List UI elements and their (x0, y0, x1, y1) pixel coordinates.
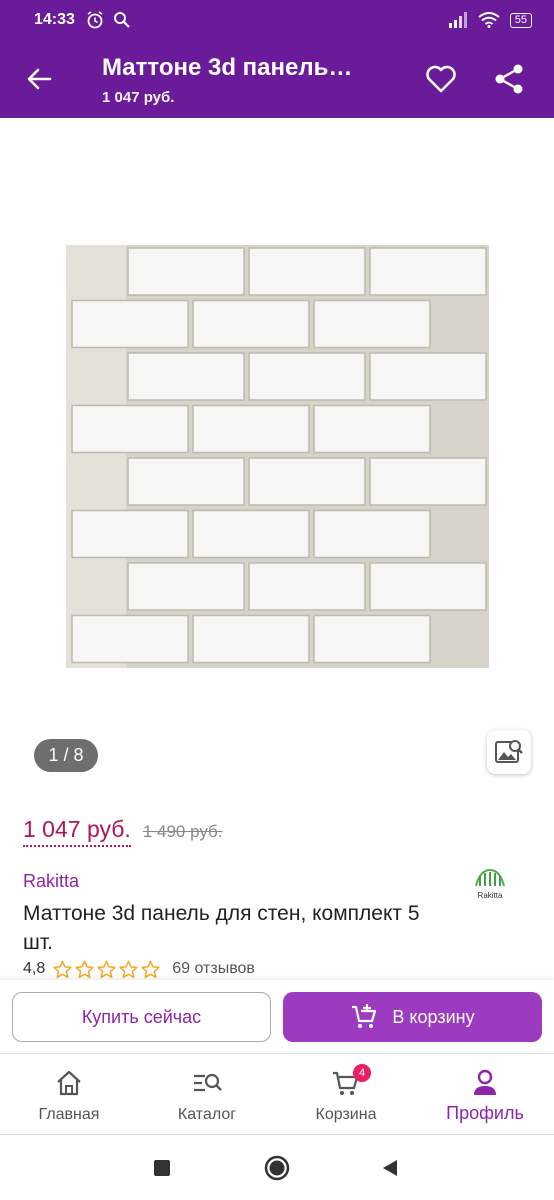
search-status-icon (113, 12, 130, 28)
star-icon (119, 960, 138, 978)
cart-plus-icon (352, 1004, 377, 1028)
recents-button[interactable] (146, 1152, 178, 1184)
circle-icon (264, 1155, 290, 1181)
old-price: 1 490 руб. (142, 822, 223, 841)
battery-indicator: 55 (509, 12, 532, 28)
system-nav-bar (0, 1136, 554, 1200)
nav-catalog-label: Каталог (177, 1106, 237, 1123)
square-icon (154, 1160, 170, 1176)
add-to-cart-button[interactable]: В корзину (283, 992, 542, 1042)
brick (71, 299, 189, 349)
back-system-button[interactable] (374, 1152, 406, 1184)
brick (127, 562, 245, 611)
share-button[interactable] (492, 62, 526, 96)
heart-icon (426, 65, 456, 93)
favorite-button[interactable] (424, 62, 458, 96)
brick (313, 509, 431, 559)
add-to-cart-label: В корзину (392, 1006, 475, 1027)
bottom-nav: Главная Каталог 4 Корзина Профиль (0, 1055, 554, 1135)
brick (71, 614, 189, 664)
rating-stars (53, 960, 160, 979)
nav-profile[interactable]: Профиль (416, 1055, 554, 1135)
rating-value: 4,8 (23, 960, 46, 977)
page-title: Маттоне 3d панель… (102, 54, 353, 81)
brick (248, 247, 366, 296)
cart-badge: 4 (353, 1064, 371, 1082)
catalog-search-icon (194, 1073, 222, 1092)
brick (248, 457, 366, 506)
brand-logo[interactable]: Rakitta (470, 866, 510, 902)
wifi-icon (478, 12, 500, 28)
brick (248, 352, 366, 401)
rating-row[interactable]: 4,8 69 отзывов (23, 958, 255, 980)
brick (127, 352, 245, 401)
brand-link[interactable]: Rakitta (23, 871, 79, 892)
buy-now-label: Купить сейчас (81, 1006, 202, 1027)
brick (71, 509, 189, 559)
brick (127, 247, 245, 296)
title-block: Маттоне 3d панель… 1 047 руб. (102, 54, 402, 106)
nav-cart-label: Корзина (315, 1106, 377, 1123)
product-page: 14:33 55 Маттоне 3d панель… 1 047 руб. 1… (0, 0, 554, 1200)
current-price: 1 047 руб. (23, 816, 131, 847)
image-counter: 1 / 8 (34, 739, 98, 772)
star-icon (75, 960, 94, 978)
brick (369, 247, 487, 296)
product-name: Маттоне 3d панель для стен, комплект 5 ш… (23, 902, 420, 954)
nav-cart[interactable]: 4 Корзина (277, 1055, 415, 1135)
page-subtitle-price: 1 047 руб. (102, 89, 175, 106)
star-icon (97, 960, 116, 978)
brick (369, 352, 487, 401)
brick (369, 457, 487, 506)
back-button[interactable] (22, 62, 56, 96)
brick (192, 299, 310, 349)
status-bar: 14:33 55 (0, 0, 554, 40)
brick (369, 562, 487, 611)
profile-icon (474, 1069, 496, 1095)
brick (192, 509, 310, 559)
brick (248, 562, 366, 611)
star-icon (141, 960, 160, 978)
brick (313, 614, 431, 664)
image-search-icon (495, 740, 523, 763)
arrow-left-icon (27, 68, 52, 90)
status-time: 14:33 (34, 11, 75, 28)
brand-logo-text: Rakitta (478, 891, 503, 900)
brick (71, 404, 189, 454)
brick (192, 404, 310, 454)
product-image[interactable] (66, 245, 489, 668)
nav-home[interactable]: Главная (0, 1055, 138, 1135)
reviews-count: 69 отзывов (172, 960, 255, 977)
brick (127, 457, 245, 506)
nav-catalog[interactable]: Каталог (138, 1055, 276, 1135)
action-bar: Купить сейчас В корзину (0, 980, 554, 1054)
app-bar: Маттоне 3d панель… 1 047 руб. (0, 40, 554, 118)
brick (192, 614, 310, 664)
buy-now-button[interactable]: Купить сейчас (12, 992, 271, 1042)
signal-icon (448, 12, 467, 28)
alarm-icon (87, 11, 103, 29)
nav-home-label: Главная (38, 1106, 100, 1123)
image-search-button[interactable] (487, 730, 531, 774)
home-system-button[interactable] (261, 1152, 293, 1184)
share-icon (495, 64, 523, 94)
brick (313, 404, 431, 454)
nav-profile-label: Профиль (446, 1103, 524, 1123)
triangle-back-icon (383, 1160, 397, 1176)
price-row: 1 047 руб. 1 490 руб. (23, 816, 223, 847)
brick (313, 299, 431, 349)
star-icon (53, 960, 72, 978)
home-icon (57, 1070, 81, 1096)
